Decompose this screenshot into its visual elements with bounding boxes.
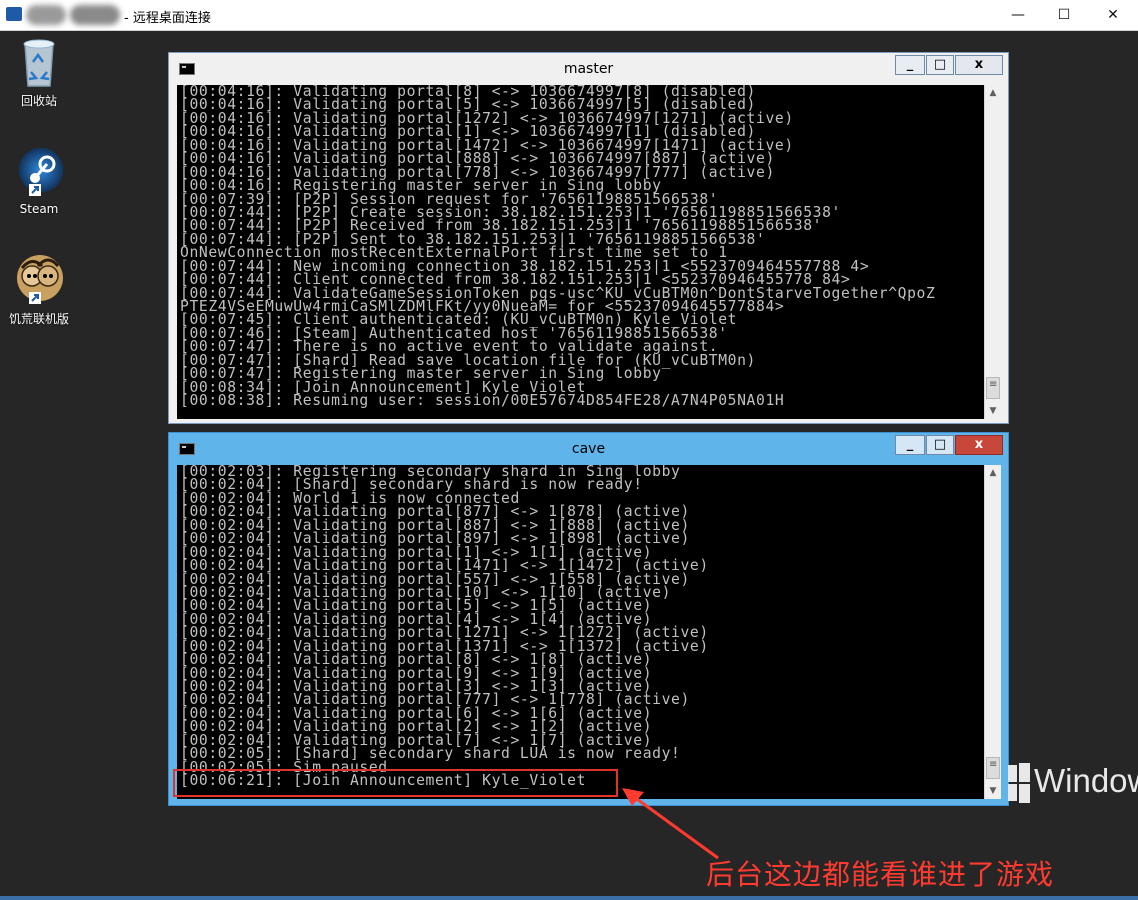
minimize-button[interactable]: _ xyxy=(895,435,925,455)
rdp-minimize-button[interactable]: — xyxy=(995,0,1041,30)
steam-icon xyxy=(15,146,63,198)
vertical-scrollbar[interactable]: ▲ ▼ xyxy=(984,85,1001,419)
console-output: [00:02:03]: Registering secondary shard … xyxy=(177,465,984,799)
minimize-button[interactable]: _ xyxy=(895,55,925,75)
maximize-button[interactable]: □ xyxy=(926,435,954,455)
console-window-cave[interactable]: cave _ □ x [00:02:03]: Registering secon… xyxy=(168,432,1009,806)
maximize-button[interactable]: □ xyxy=(926,55,954,75)
blurred-hostname-2 xyxy=(70,5,120,25)
scroll-up-arrow-icon[interactable]: ▲ xyxy=(985,465,1001,481)
console-line: [00:08:38]: Resuming user: session/00E57… xyxy=(180,392,785,410)
remote-desktop-title: - 远程桌面连接 xyxy=(124,11,211,26)
console-window-master[interactable]: master _ □ x [00:04:16]: Validating port… xyxy=(168,52,1009,424)
desktop-icon-label: Steam xyxy=(19,202,59,216)
scroll-up-arrow-icon[interactable]: ▲ xyxy=(985,85,1001,101)
scroll-down-arrow-icon[interactable]: ▼ xyxy=(985,783,1001,799)
desktop-icon-label: 回收站 xyxy=(20,94,57,108)
taskbar-edge xyxy=(0,896,1138,900)
window-titlebar[interactable]: master _ □ x xyxy=(169,53,1008,85)
highlight-box xyxy=(173,769,618,797)
scroll-thumb[interactable] xyxy=(986,757,1000,779)
window-title: cave xyxy=(571,441,606,457)
desktop-icon-label: 饥荒联机版 xyxy=(8,312,69,326)
window-title: master xyxy=(563,61,614,77)
window-titlebar[interactable]: cave _ □ x xyxy=(169,433,1008,465)
annotation-text: 后台这边都能看谁进了游戏 xyxy=(706,858,1055,891)
windows-logo-icon xyxy=(1008,763,1030,807)
rdp-close-button[interactable]: ✕ xyxy=(1090,0,1136,30)
recycle-bin-icon xyxy=(15,36,63,88)
console-output: [00:04:16]: Validating portal[8] <-> 103… xyxy=(177,85,984,419)
windows-watermark: Window xyxy=(1034,762,1138,799)
desktop-icon-steam[interactable]: Steam xyxy=(1,146,77,216)
desktop-icon-recycle-bin[interactable]: 回收站 xyxy=(1,36,77,109)
close-button[interactable]: x xyxy=(955,435,1003,455)
desktop-icon-dont-starve[interactable]: 饥荒联机版 xyxy=(1,254,77,327)
rdp-maximize-button[interactable]: ☐ xyxy=(1041,0,1087,30)
close-button[interactable]: x xyxy=(955,55,1003,75)
scroll-thumb[interactable] xyxy=(986,377,1000,399)
blurred-hostname xyxy=(26,5,66,25)
remote-desktop-app-icon xyxy=(6,7,22,21)
scroll-down-arrow-icon[interactable]: ▼ xyxy=(985,403,1001,419)
vertical-scrollbar[interactable]: ▲ ▼ xyxy=(984,465,1001,799)
dont-starve-together-icon xyxy=(15,254,63,306)
remote-desktop-titlebar: - 远程桌面连接 — ☐ ✕ xyxy=(0,0,1138,31)
